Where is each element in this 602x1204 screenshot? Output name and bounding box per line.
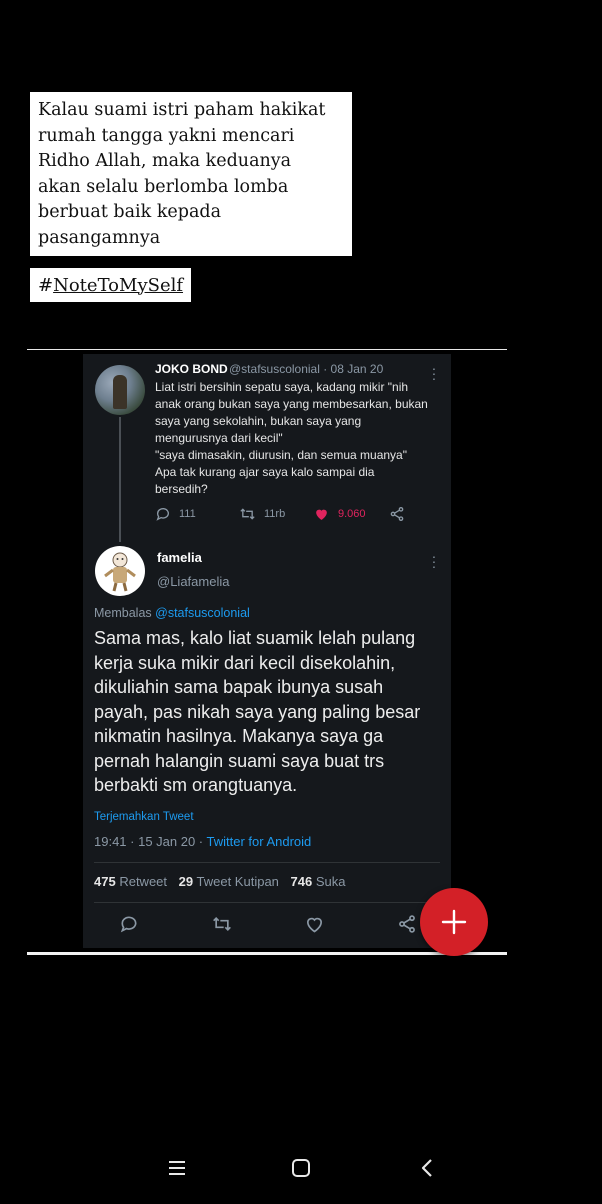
recents-icon bbox=[169, 1161, 185, 1175]
retweet-stat[interactable]: 475 Retweet bbox=[94, 874, 167, 889]
like-stat[interactable]: 746 Suka bbox=[291, 874, 346, 889]
retweet-action[interactable]: 11rb bbox=[239, 506, 285, 522]
divider bbox=[94, 862, 440, 863]
tweet2-handle: @Liafamelia bbox=[157, 574, 230, 589]
hashtag-symbol: # bbox=[38, 274, 54, 296]
like-count: 9.060 bbox=[338, 508, 366, 520]
tweet2-client[interactable]: Twitter for Android bbox=[207, 834, 312, 849]
tweet2-actions bbox=[83, 914, 451, 938]
recents-button[interactable] bbox=[159, 1150, 195, 1186]
tweet1-actions: 111 11rb 9.060 bbox=[155, 506, 445, 526]
like-button[interactable] bbox=[304, 914, 325, 939]
retweet-stat-label: Retweet bbox=[119, 874, 168, 889]
reply-to-prefix: Membalas bbox=[94, 606, 156, 620]
retweet-icon bbox=[240, 508, 255, 520]
tweet-panel: JOKO BOND @stafsuscolonial · 08 Jan 20 ·… bbox=[83, 354, 451, 948]
quote-stat-count: 29 bbox=[178, 874, 194, 889]
home-button[interactable] bbox=[283, 1150, 319, 1186]
quote-card: Kalau suami istri paham hakikat rumah ta… bbox=[30, 92, 352, 256]
avatar-joko bbox=[95, 365, 145, 415]
home-icon bbox=[292, 1159, 310, 1177]
hashtag-text: NoteToMySelf bbox=[53, 274, 184, 296]
retweet-count: 11rb bbox=[264, 508, 286, 520]
heart-icon bbox=[316, 509, 327, 520]
heart-icon bbox=[306, 917, 323, 933]
compose-fab[interactable] bbox=[420, 888, 488, 956]
back-icon bbox=[421, 1159, 432, 1177]
like-stat-count: 746 bbox=[290, 874, 313, 889]
like-action[interactable]: 9.060 bbox=[313, 506, 366, 522]
like-stat-label: Suka bbox=[315, 874, 346, 889]
share-icon bbox=[390, 507, 404, 521]
tweet1-name: JOKO BOND bbox=[155, 362, 228, 376]
tweet1-handle: @stafsuscolonial · 08 Jan 20 bbox=[229, 362, 384, 376]
quote-stat-label: Tweet Kutipan bbox=[196, 874, 279, 889]
avatar-famelia bbox=[95, 546, 145, 596]
tweet2-name: famelia bbox=[157, 550, 202, 565]
tweet2-meta: 19:41 · 15 Jan 20 · Twitter for Android bbox=[94, 834, 311, 849]
retweet-icon bbox=[213, 916, 231, 932]
reply-icon bbox=[120, 916, 137, 933]
reply-to-handle[interactable]: @stafsuscolonial bbox=[155, 606, 250, 620]
divider bbox=[94, 902, 440, 903]
reply-button[interactable] bbox=[119, 914, 139, 939]
quote-stat[interactable]: 29 Tweet Kutipan bbox=[179, 874, 279, 889]
thread-line bbox=[119, 417, 121, 542]
back-button[interactable] bbox=[409, 1150, 445, 1186]
share-icon bbox=[399, 915, 415, 933]
reply-to-label: Membalas @stafsuscolonial bbox=[94, 606, 250, 620]
quote-text: Kalau suami istri paham hakikat rumah ta… bbox=[38, 100, 326, 248]
system-nav-bar bbox=[0, 1150, 602, 1186]
translate-link[interactable]: Terjemahkan Tweet bbox=[94, 811, 194, 823]
more-icon[interactable]: · · · bbox=[431, 549, 437, 573]
hashtag-label: # NoteToMySelf bbox=[30, 268, 192, 302]
reply-action[interactable]: 111 bbox=[155, 506, 196, 522]
tweet2-time: 19:41 · 15 Jan 20 · bbox=[94, 834, 207, 849]
share-action[interactable] bbox=[389, 506, 405, 522]
reply-icon bbox=[156, 508, 169, 521]
tweet1-text: Liat istri bersihin sepatu saya, kadang … bbox=[155, 380, 428, 496]
retweet-stat-count: 475 bbox=[94, 874, 116, 889]
tweet2-text: Sama mas, kalo liat suamik lelah pulang … bbox=[94, 628, 421, 795]
plus-icon bbox=[441, 909, 467, 935]
tweet2-stats: 475 Retweet 29 Tweet Kutipan 746 Suka bbox=[94, 874, 354, 889]
reply-count: 111 bbox=[179, 508, 196, 520]
retweet-button[interactable] bbox=[211, 914, 233, 939]
share-button[interactable] bbox=[397, 914, 417, 939]
tweet-screenshot: JOKO BOND @stafsuscolonial · 08 Jan 20 ·… bbox=[27, 349, 507, 955]
